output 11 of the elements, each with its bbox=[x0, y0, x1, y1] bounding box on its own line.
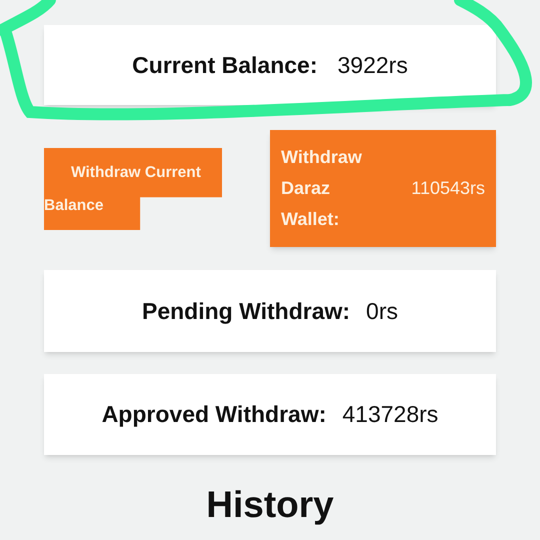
pending-value: 0rs bbox=[366, 296, 398, 326]
approved-value: 413728rs bbox=[342, 400, 438, 430]
history-heading: History bbox=[206, 483, 334, 527]
withdraw-current-button[interactable]: Withdraw Current Balance bbox=[44, 148, 222, 230]
wallet-value: 110543rs bbox=[411, 177, 485, 200]
approved-label: Approved Withdraw: bbox=[102, 400, 326, 430]
balance-label: Current Balance: bbox=[132, 50, 318, 80]
wallet-label: Withdraw Daraz Wallet: bbox=[281, 146, 361, 231]
withdraw-wallet-card[interactable]: Withdraw Daraz Wallet: 110543rs bbox=[270, 130, 496, 247]
pending-label: Pending Withdraw: bbox=[142, 296, 350, 326]
balance-value: 3922rs bbox=[338, 50, 408, 80]
